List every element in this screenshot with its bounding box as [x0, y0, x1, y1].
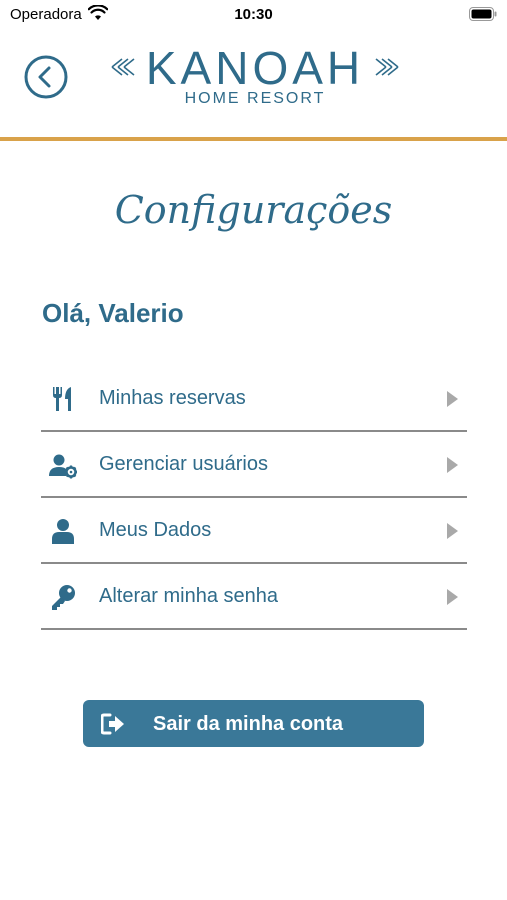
settings-menu: Minhas reservas Gerenciar usuários Meus … [41, 366, 467, 630]
user-icon [52, 519, 74, 544]
menu-item-label: Minhas reservas [99, 387, 246, 409]
header-divider [0, 137, 507, 141]
greeting: Olá, Valerio [42, 298, 184, 328]
logo-subtitle: HOME RESORT [184, 90, 326, 107]
chevron-left-icon [24, 55, 68, 99]
menu-item-gerenciar-usuarios[interactable]: Gerenciar usuários [41, 432, 467, 498]
menu-item-label: Alterar minha senha [99, 585, 278, 607]
logo-title: KANOAH [145, 42, 365, 94]
page-title: Configurações [114, 188, 393, 232]
battery-icon [469, 7, 497, 21]
menu-item-meus-dados[interactable]: Meus Dados [41, 498, 467, 564]
back-button[interactable] [24, 55, 68, 99]
menu-item-minhas-reservas[interactable]: Minhas reservas [41, 366, 467, 432]
logo-arrow-right-icon [375, 58, 399, 76]
chevron-right-icon [447, 589, 458, 605]
logout-label: Sair da minha conta [153, 713, 344, 735]
status-bar: Operadora 10:30 [0, 0, 507, 28]
sign-out-icon [101, 713, 124, 735]
key-icon [52, 585, 75, 610]
status-time: 10:30 [234, 6, 273, 23]
chevron-right-icon [447, 391, 458, 407]
logout-button[interactable]: Sair da minha conta [83, 700, 424, 747]
chevron-right-icon [447, 457, 458, 473]
menu-item-label: Meus Dados [99, 519, 212, 541]
utensils-icon [53, 387, 71, 411]
menu-item-label: Gerenciar usuários [99, 453, 268, 475]
user-gear-icon [49, 454, 77, 479]
menu-item-alterar-senha[interactable]: Alterar minha senha [41, 564, 467, 630]
chevron-right-icon [447, 523, 458, 539]
brand-logo: KANOAH HOME RESORT [110, 42, 400, 112]
